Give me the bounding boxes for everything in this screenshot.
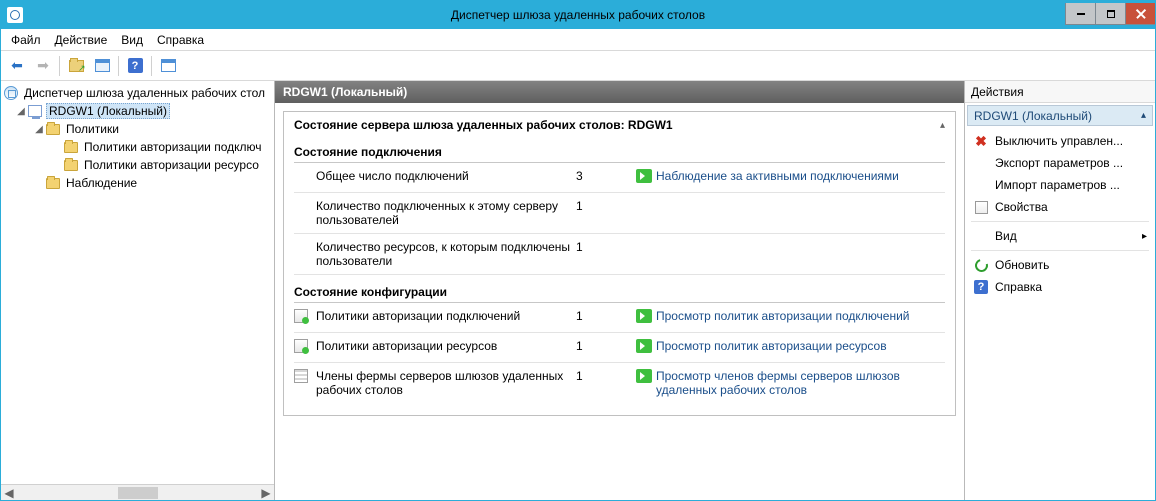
center-header: RDGW1 (Локальный) [275,81,964,103]
tree-pane: Диспетчер шлюза удаленных рабочих стол ◢… [1,81,275,500]
help-button[interactable]: ? [123,54,147,78]
properties-button[interactable] [156,54,180,78]
separator [971,221,1149,222]
status-title: Состояние сервера шлюза удаленных рабочи… [294,118,673,132]
section-connection-state: Состояние подключения [294,139,945,163]
row-value: 1 [576,339,636,353]
x-icon: ✖ [973,133,989,149]
tree-rap-node[interactable]: Политики авторизации ресурсо [1,156,274,174]
folder-icon [64,142,78,153]
center-pane: RDGW1 (Локальный) Состояние сервера шлюз… [275,81,965,500]
help-icon: ? [974,280,988,294]
menubar: Файл Действие Вид Справка [1,29,1155,51]
help-icon: ? [128,58,143,73]
titlebar[interactable]: Диспетчер шлюза удаленных рабочих столов [1,1,1155,29]
row-label: Политики авторизации ресурсов [316,339,576,353]
row-label: Члены фермы серверов шлюзов удаленных ра… [316,369,576,397]
row-label: Политики авторизации подключений [316,309,576,323]
action-import-settings[interactable]: Импорт параметров ... [967,174,1153,196]
tree-cap-node[interactable]: Политики авторизации подключ [1,138,274,156]
row-link[interactable]: Просмотр политик авторизации подключений [656,309,945,323]
content-area: Диспетчер шлюза удаленных рабочих стол ◢… [1,81,1155,500]
status-row: Члены фермы серверов шлюзов удаленных ра… [294,363,945,403]
action-refresh[interactable]: Обновить [967,254,1153,276]
status-panel: Состояние сервера шлюза удаленных рабочи… [283,111,956,416]
layout-icon [95,59,110,72]
properties-icon [975,201,988,214]
status-row: Политики авторизации подключений 1 Просм… [294,303,945,333]
action-export-settings[interactable]: Экспорт параметров ... [967,152,1153,174]
goto-icon [636,309,652,323]
open-folder-button[interactable]: ↗ [64,54,88,78]
refresh-icon [972,256,990,274]
server-icon [28,105,42,117]
nav-back-button[interactable]: ⬅ [5,54,29,78]
toolbar: ⬅ ➡ ↗ ? [1,51,1155,81]
actions-header: Действия [965,81,1155,103]
tree-monitoring-node[interactable]: Наблюдение [1,174,274,192]
folder-icon [46,178,60,189]
row-value: 1 [576,240,636,254]
horizontal-scrollbar[interactable]: ◀ ▶ [1,484,274,500]
row-label: Количество ресурсов, к которым подключен… [316,240,576,268]
collapse-toggle[interactable]: ▴ [940,120,945,131]
root-icon [4,86,18,100]
folder-open-icon: ↗ [69,60,84,72]
row-value: 3 [576,169,636,183]
policy-icon [294,309,308,323]
window-title: Диспетчер шлюза удаленных рабочих столов [1,8,1155,22]
action-properties[interactable]: Свойства [967,196,1153,218]
scroll-right-icon[interactable]: ▶ [259,486,273,500]
row-link[interactable]: Просмотр политик авторизации ресурсов [656,339,945,353]
status-row: Общее число подключений 3 Наблюдение за … [294,163,945,193]
row-value: 1 [576,369,636,383]
row-label: Общее число подключений [316,169,576,183]
arrow-right-icon: ➡ [37,57,49,74]
toolbar-separator [118,56,119,76]
properties-icon [161,59,176,72]
toolbar-separator [151,56,152,76]
folder-icon [64,160,78,171]
actions-pane: Действия RDGW1 (Локальный) ▴ ✖ Выключить… [965,81,1155,500]
menu-file[interactable]: Файл [5,31,47,49]
status-row: Политики авторизации ресурсов 1 Просмотр… [294,333,945,363]
actions-list: ✖ Выключить управлен... Экспорт параметр… [965,128,1155,300]
arrow-left-icon: ⬅ [11,57,23,74]
tree[interactable]: Диспетчер шлюза удаленных рабочих стол ◢… [1,81,274,484]
section-config-state: Состояние конфигурации [294,279,945,303]
action-disable-management[interactable]: ✖ Выключить управлен... [967,130,1153,152]
folder-icon [46,124,60,135]
status-row: Количество ресурсов, к которым подключен… [294,234,945,275]
separator [971,250,1149,251]
expand-toggle[interactable]: ◢ [33,124,45,135]
scroll-thumb[interactable] [118,487,158,499]
policy-icon [294,339,308,353]
menu-help[interactable]: Справка [151,31,210,49]
server-farm-icon [294,369,308,383]
row-value: 1 [576,199,636,213]
expand-toggle[interactable]: ◢ [15,106,27,117]
menu-action[interactable]: Действие [49,31,114,49]
row-link[interactable]: Просмотр членов фермы серверов шлюзов уд… [656,369,945,397]
scroll-left-icon[interactable]: ◀ [2,486,16,500]
menu-view[interactable]: Вид [115,31,149,49]
app-window: Диспетчер шлюза удаленных рабочих столов… [0,0,1156,501]
tree-policies-node[interactable]: ◢ Политики [1,120,274,138]
action-help[interactable]: ? Справка [967,276,1153,298]
actions-context[interactable]: RDGW1 (Локальный) ▴ [967,105,1153,126]
tree-root[interactable]: Диспетчер шлюза удаленных рабочих стол [1,84,274,102]
show-tree-button[interactable] [90,54,114,78]
nav-forward-button[interactable]: ➡ [31,54,55,78]
goto-icon [636,369,652,383]
row-link[interactable]: Наблюдение за активными подключениями [656,169,945,183]
collapse-icon: ▴ [1141,110,1146,121]
tree-server-node[interactable]: ◢ RDGW1 (Локальный) [1,102,274,120]
row-label: Количество подключенных к этому серверу … [316,199,576,227]
action-view[interactable]: Вид [967,225,1153,247]
row-value: 1 [576,309,636,323]
goto-icon [636,339,652,353]
goto-icon [636,169,652,183]
status-row: Количество подключенных к этому серверу … [294,193,945,234]
toolbar-separator [59,56,60,76]
